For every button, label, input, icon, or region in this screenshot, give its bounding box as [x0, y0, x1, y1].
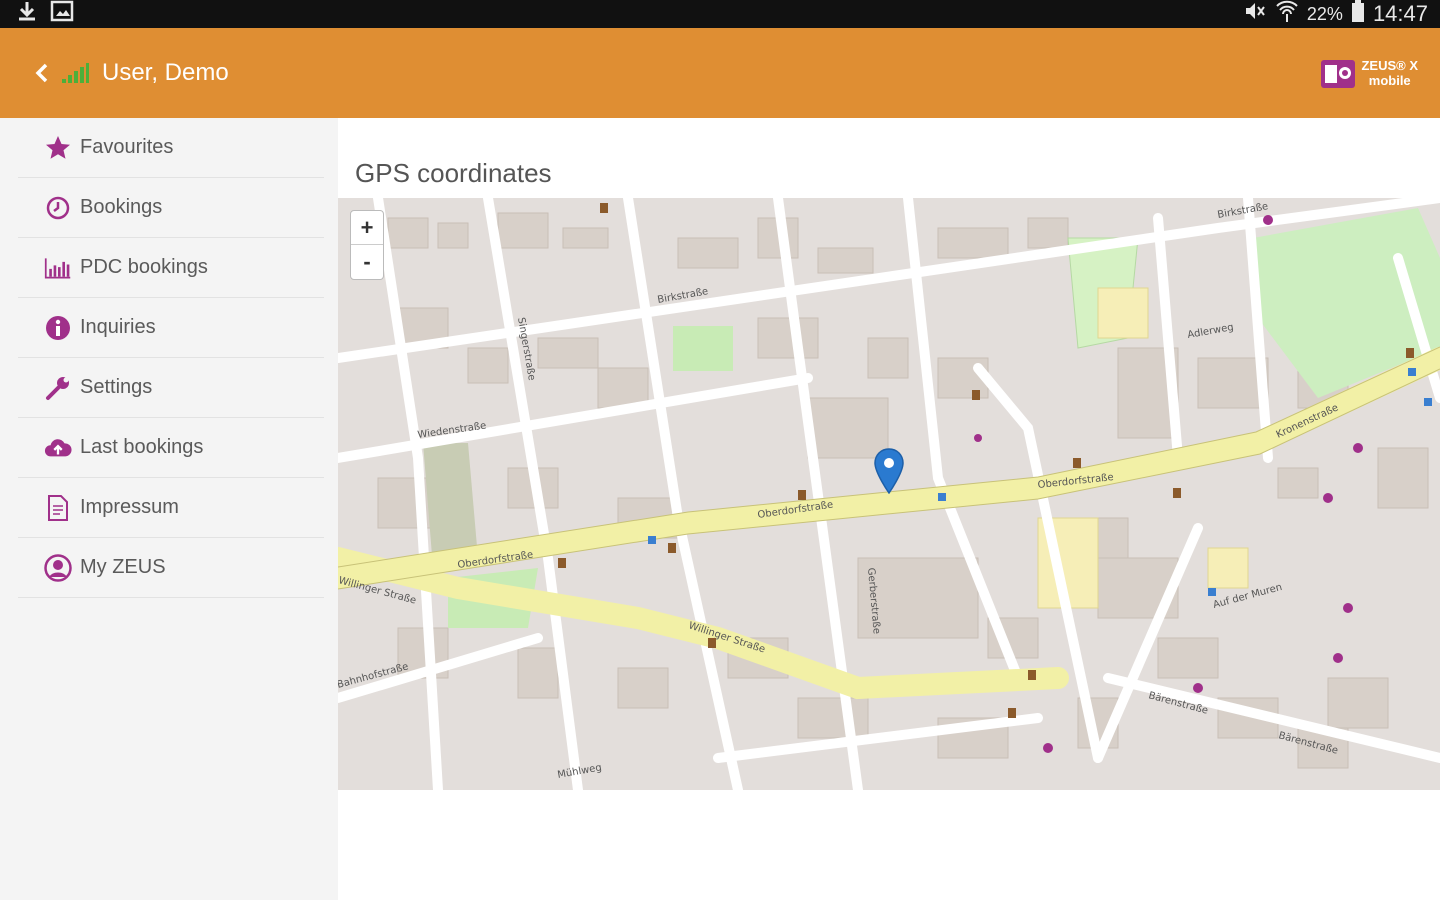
sidebar-item-my-zeus[interactable]: My ZEUS — [18, 538, 324, 598]
sidebar-item-bookings[interactable]: Bookings — [18, 178, 324, 238]
map-canvas: Oberdorfstraße Oberdorfstraße Oberdorfst… — [338, 198, 1440, 790]
star-icon — [44, 134, 72, 162]
bar-chart-icon — [44, 254, 72, 282]
status-bar: 22% 14:47 — [0, 0, 1440, 28]
info-icon — [44, 314, 72, 342]
wifi-icon — [1275, 0, 1299, 28]
battery-percent: 22% — [1306, 3, 1343, 24]
battery-icon — [1351, 0, 1365, 28]
logo-line-1: ZEUS® X — [1361, 58, 1418, 73]
zoom-in-button[interactable]: + — [351, 211, 383, 245]
sidebar-item-settings[interactable]: Settings — [18, 358, 324, 418]
logo-line-2: mobile — [1368, 73, 1411, 88]
zeus-logo: ZEUS® X mobile — [1319, 56, 1418, 90]
sidebar-item-impressum[interactable]: Impressum — [18, 478, 324, 538]
sidebar-item-pdc-bookings[interactable]: PDC bookings — [18, 238, 324, 298]
clock-icon — [44, 194, 72, 222]
mute-icon — [1243, 0, 1267, 28]
sidebar-item-label: Last bookings — [80, 436, 204, 458]
page-title: GPS coordinates — [355, 158, 552, 188]
signal-strength-icon — [60, 61, 90, 85]
sidebar-item-last-bookings[interactable]: Last bookings — [18, 418, 324, 478]
document-icon — [44, 494, 72, 522]
sidebar-item-label: Settings — [80, 376, 153, 398]
map-view[interactable]: Oberdorfstraße Oberdorfstraße Oberdorfst… — [338, 198, 1440, 790]
zoom-control: + - — [350, 210, 384, 280]
sidebar-item-label: Impressum — [80, 496, 179, 518]
sidebar-item-label: Inquiries — [80, 316, 156, 338]
sidebar-item-favourites[interactable]: Favourites — [18, 118, 324, 178]
sidebar: Favourites Bookings PDC bookings Inquiri… — [0, 118, 338, 900]
sidebar-item-label: My ZEUS — [80, 556, 166, 578]
zeus-logo-icon — [1321, 60, 1356, 88]
back-arrow-icon[interactable] — [30, 61, 54, 85]
user-name-title[interactable]: User, Demo — [102, 59, 229, 87]
cloud-upload-icon — [44, 434, 72, 462]
download-icon — [16, 0, 38, 28]
image-icon — [50, 0, 74, 28]
app-bar: User, Demo ZEUS® X mobile — [0, 28, 1440, 118]
wrench-icon — [44, 374, 72, 402]
sidebar-item-label: PDC bookings — [80, 256, 208, 278]
zoom-out-button[interactable]: - — [351, 245, 383, 279]
sidebar-item-inquiries[interactable]: Inquiries — [18, 298, 324, 358]
sidebar-item-label: Bookings — [80, 196, 163, 218]
sidebar-item-label: Favourites — [80, 136, 174, 158]
user-icon — [44, 553, 72, 582]
main-content: GPS coordinates Oberdorfstraße Oberdorfs… — [338, 118, 1440, 900]
clock: 14:47 — [1372, 1, 1428, 26]
